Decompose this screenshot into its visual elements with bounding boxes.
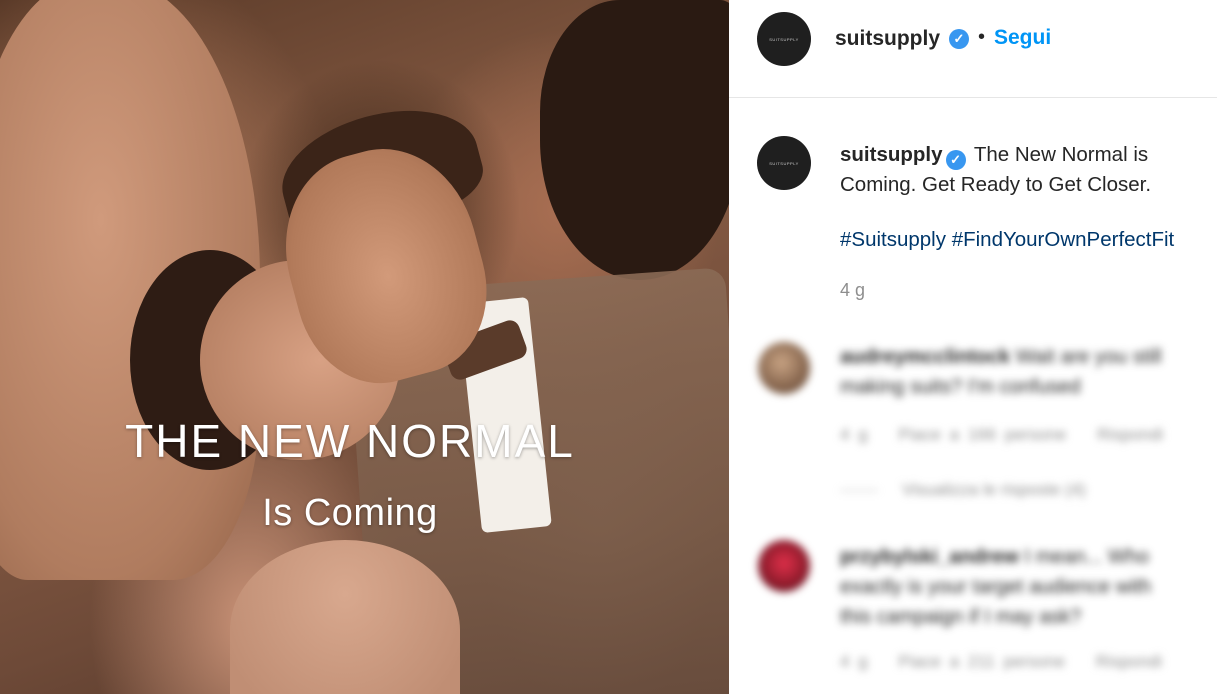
post-header: SUITSUPPLY suitsupply ✓ • Segui [729,0,1217,98]
avatar-logo-text: SUITSUPPLY [769,36,799,42]
reply-button[interactable]: Rispondi [1097,425,1163,444]
caption-username[interactable]: suitsupply [840,143,943,166]
divider [840,490,878,492]
post-media[interactable]: THE NEW NORMAL Is Coming [0,0,729,694]
hashtag-link[interactable]: #FindYourOwnPerfectFit [952,228,1175,251]
avatar[interactable] [758,342,810,394]
post-age: 4 g [840,280,866,300]
comment-age: 4 g [840,425,868,444]
post-side-panel: SUITSUPPLY suitsupply ✓ • Segui SUITSUPP… [729,0,1217,694]
view-replies-button[interactable]: Visualizza le risposte (4) [840,480,1086,500]
avatar[interactable]: SUITSUPPLY [757,136,811,190]
comment: audreymcclintock Wait are you still maki… [758,340,1198,510]
comment-meta: 4 g Piace a 166 persone Rispondi [840,425,1185,445]
comment-username[interactable]: audreymcclintock [840,346,1010,368]
comment-likes[interactable]: Piace a 166 persone [898,425,1066,444]
reply-button[interactable]: Rispondi [1096,652,1162,671]
media-overlay-title: THE NEW NORMAL [125,415,575,467]
separator-dot: • [978,26,986,48]
comment-username[interactable]: przybylski_andrew [840,546,1019,568]
comment: przybylski_andrew I mean... Who exactly … [758,540,1198,690]
header-username[interactable]: suitsupply [835,27,940,51]
verified-badge-icon: ✓ [949,29,969,49]
comment-meta: 4 g Piace a 211 persone Rispondi [840,652,1184,672]
view-replies-label: Visualizza le risposte (4) [902,480,1086,499]
avatar[interactable] [758,540,810,592]
comment-text: audreymcclintock Wait are you still maki… [840,342,1185,402]
caption-hashtags: #Suitsupply #FindYourOwnPerfectFit [840,228,1174,252]
avatar-logo-text: SUITSUPPLY [769,160,799,166]
follow-button[interactable]: Segui [994,26,1051,50]
caption: suitsupply ✓ The New Normal is Coming. Ge… [840,140,1210,200]
hashtag-link[interactable]: #Suitsupply [840,228,946,251]
comment-likes[interactable]: Piace a 211 persone [898,652,1065,671]
media-overlay-subtitle: Is Coming [262,492,438,534]
comment-age: 4 g [840,652,868,671]
media-figure [540,0,729,280]
avatar[interactable]: SUITSUPPLY [757,12,811,66]
verified-badge-icon: ✓ [945,150,966,170]
comment-text: przybylski_andrew I mean... Who exactly … [840,542,1185,632]
